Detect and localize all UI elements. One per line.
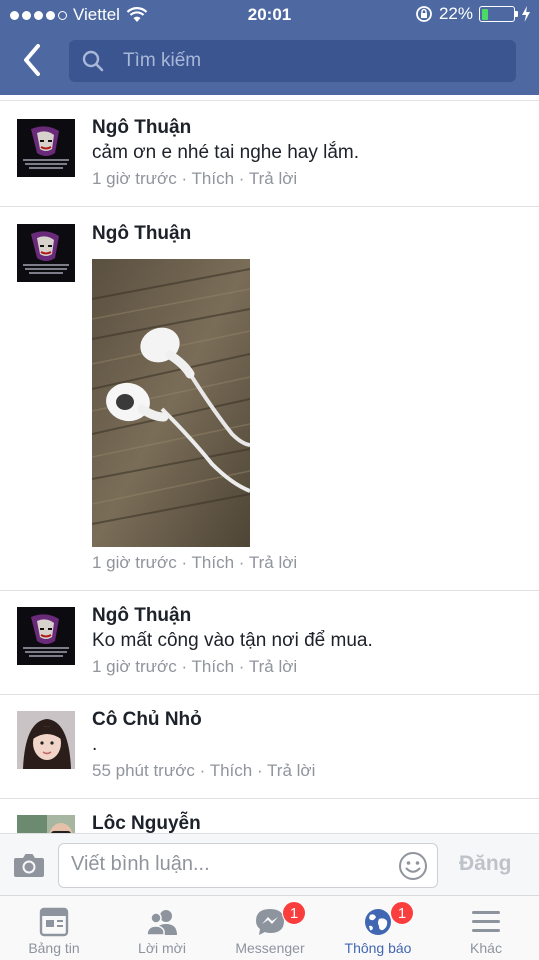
meta-separator: · [238, 553, 245, 572]
news-feed-icon [39, 907, 69, 937]
comment-item: Cô Chủ Nhỏ . 55 phút trước · Thích · Trả… [0, 695, 539, 799]
like-link[interactable]: Thích [192, 169, 235, 188]
comment-input[interactable]: Viết bình luận... [58, 843, 438, 888]
comment-composer: Viết bình luận... Đăng [0, 833, 539, 895]
post-button[interactable]: Đăng [459, 852, 512, 876]
user-avatar-image [17, 815, 75, 833]
tab-news-feed[interactable]: Bảng tin [0, 896, 108, 960]
notifications-badge: 1 [390, 901, 414, 925]
search-icon [82, 50, 104, 72]
reply-link[interactable]: Trả lời [249, 169, 297, 188]
like-link[interactable]: Thích [210, 761, 253, 780]
comment-item: Ngô Thuận 1 giờ trước · Thích · Trả lời [0, 207, 539, 591]
meta-separator: · [181, 657, 188, 676]
comment-item: Lôc Nguyễn [0, 799, 539, 833]
avatar[interactable] [17, 607, 75, 665]
status-right: 22% [415, 4, 531, 24]
meta-separator: · [181, 553, 188, 572]
comment-meta: 55 phút trước · Thích · Trả lời [92, 761, 315, 781]
reply-link[interactable]: Trả lời [249, 553, 297, 572]
like-link[interactable]: Thích [192, 657, 235, 676]
comment-meta: 1 giờ trước · Thích · Trả lời [92, 657, 297, 677]
tab-label: Khác [470, 940, 502, 956]
comment-time: 1 giờ trước [92, 169, 177, 188]
comment-meta: 1 giờ trước · Thích · Trả lời [92, 553, 297, 573]
comment-text: Ko mất công vào tận nơi để mua. [92, 630, 373, 651]
header-bar: Viettel 20:01 22% Tìm kiếm [0, 0, 539, 95]
tab-label: Thông báo [344, 940, 412, 956]
charging-icon [522, 6, 530, 22]
tab-messenger[interactable]: 1 Messenger [216, 896, 324, 960]
comment-text: . [92, 734, 98, 755]
comment-time: 1 giờ trước [92, 553, 177, 572]
comment-photo[interactable] [92, 259, 250, 547]
comment-time: 1 giờ trước [92, 657, 177, 676]
comment-author[interactable]: Cô Chủ Nhỏ [92, 709, 202, 731]
meta-separator: · [181, 169, 188, 188]
comment-item: Ngô Thuận Ko mất công vào tận nơi để mua… [0, 591, 539, 695]
user-avatar-image [17, 711, 75, 769]
tab-friend-requests[interactable]: Lời mời [108, 896, 216, 960]
tab-more[interactable]: Khác [432, 896, 539, 960]
comment-author[interactable]: Lôc Nguyễn [92, 813, 201, 833]
search-placeholder: Tìm kiếm [123, 50, 202, 71]
status-bar: Viettel 20:01 22% [0, 0, 539, 30]
comment-author[interactable]: Ngô Thuận [92, 605, 191, 627]
search-field[interactable]: Tìm kiếm [69, 40, 516, 82]
comment-input-placeholder: Viết bình luận... [71, 853, 210, 875]
camera-icon[interactable] [13, 851, 45, 879]
like-link[interactable]: Thích [192, 553, 235, 572]
avatar[interactable] [17, 815, 75, 833]
comment-text: cảm ơn e nhé tai nghe hay lắm. [92, 142, 360, 163]
joker-avatar-image [17, 119, 75, 177]
comment-meta: 1 giờ trước · Thích · Trả lời [92, 169, 297, 189]
meta-separator: · [256, 761, 263, 780]
comment-item: Ngô Thuận cảm ơn e nhé tai nghe hay lắm.… [0, 101, 539, 207]
joker-avatar-image [17, 607, 75, 665]
comment-time: 55 phút trước [92, 761, 195, 780]
avatar[interactable] [17, 711, 75, 769]
messenger-badge: 1 [282, 901, 306, 925]
meta-separator: · [199, 761, 206, 780]
earphones-photo-image [92, 259, 250, 547]
comment-list[interactable]: Ngô Thuận cảm ơn e nhé tai nghe hay lắm.… [0, 100, 539, 833]
reply-link[interactable]: Trả lời [249, 657, 297, 676]
back-button[interactable] [18, 42, 48, 78]
joker-avatar-image [17, 224, 75, 282]
tab-bar: Bảng tin Lời mời 1 Messenger 1 Thông báo [0, 895, 539, 960]
menu-icon [472, 911, 500, 932]
meta-separator: · [238, 657, 245, 676]
battery-fill [481, 8, 489, 20]
battery-icon [479, 6, 518, 22]
tab-label: Bảng tin [28, 940, 80, 956]
reply-link[interactable]: Trả lời [267, 761, 315, 780]
avatar[interactable] [17, 119, 75, 177]
friends-icon [146, 910, 177, 936]
tab-notifications[interactable]: 1 Thông báo [324, 896, 432, 960]
emoji-icon[interactable] [398, 851, 428, 881]
tab-label: Lời mời [138, 940, 186, 956]
comment-author[interactable]: Ngô Thuận [92, 117, 191, 139]
comment-author[interactable]: Ngô Thuận [92, 223, 191, 245]
battery-percent: 22% [438, 4, 473, 23]
orientation-lock-icon [416, 6, 432, 22]
tab-label: Messenger [235, 940, 305, 956]
avatar[interactable] [17, 224, 75, 282]
meta-separator: · [238, 169, 245, 188]
chevron-left-icon [24, 44, 40, 76]
